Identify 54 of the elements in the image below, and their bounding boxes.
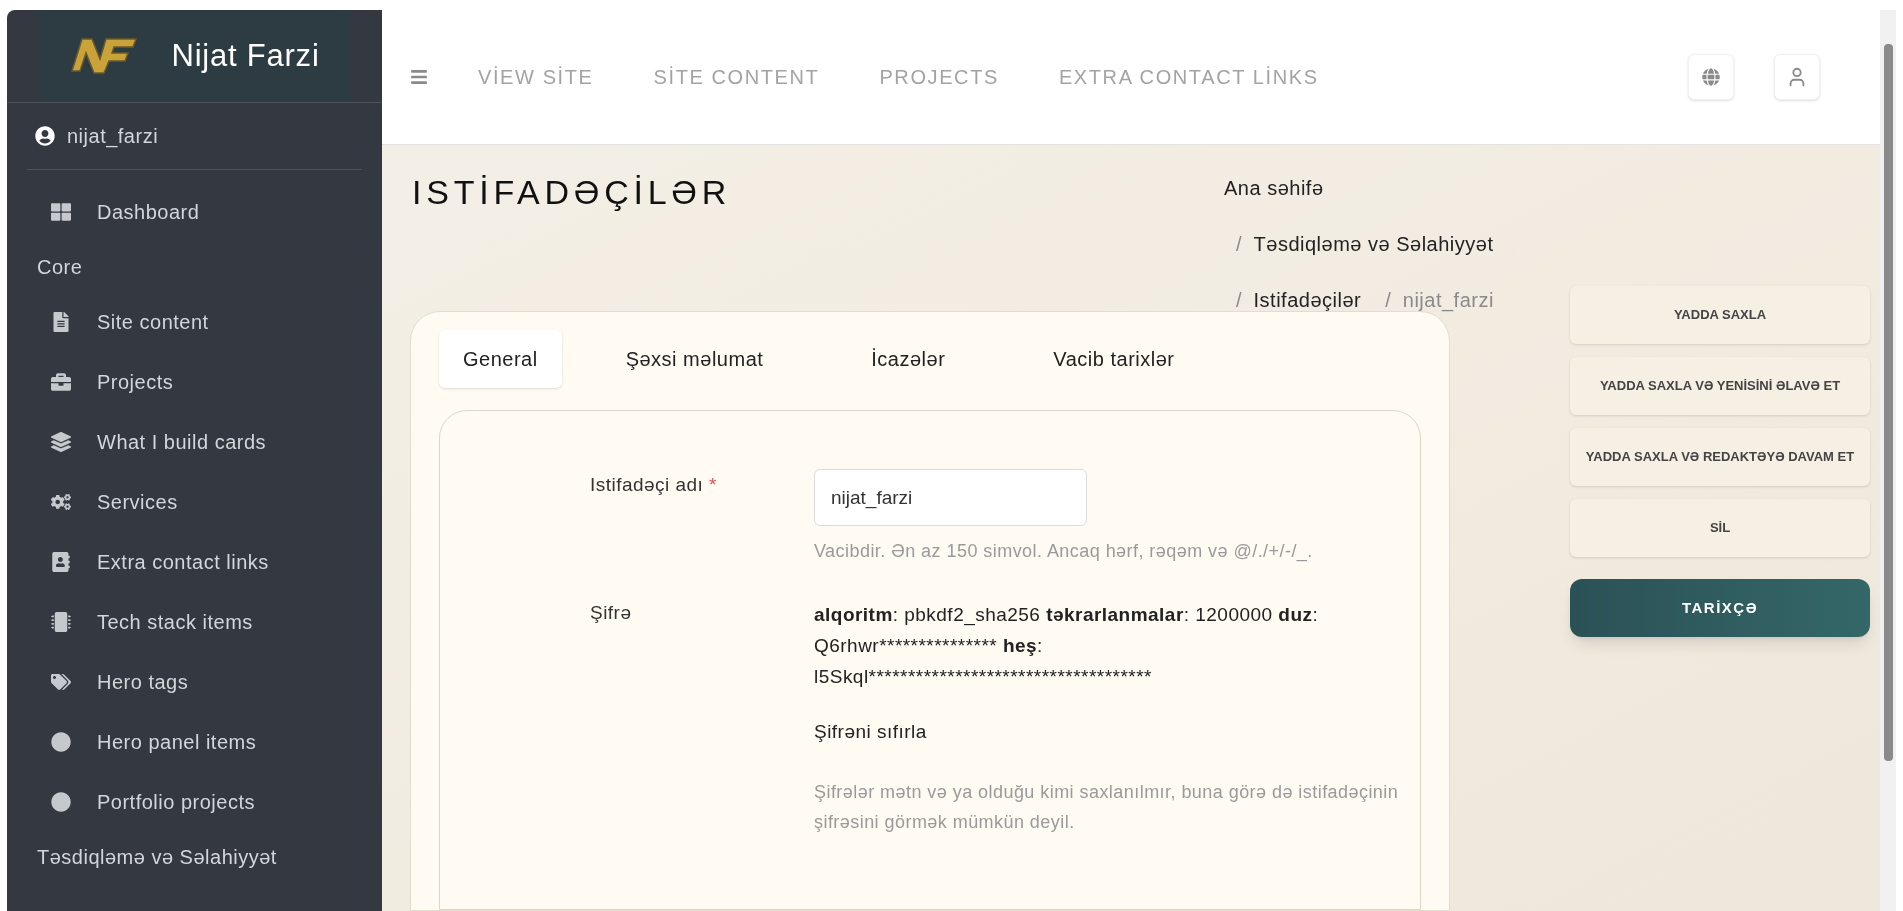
language-button[interactable] [1688, 54, 1734, 100]
account-button[interactable] [1774, 54, 1820, 100]
contact-card-icon [51, 552, 71, 572]
grid-icon [51, 202, 71, 222]
breadcrumb-link[interactable]: Istifadəçilər [1253, 285, 1362, 315]
scrollbar[interactable] [1880, 10, 1896, 911]
brand-header[interactable]: Nijat Farzi [39, 10, 350, 102]
brand-name: Nijat Farzi [171, 36, 320, 75]
sidebar-item[interactable]: What I build cards [47, 412, 382, 472]
globe-icon [1702, 68, 1720, 86]
breadcrumb-separator: / [1235, 288, 1243, 313]
field-help-text: Vacibdir. Ən az 150 simvol. Ancaq hərf, rəqəm və @/./+/-/_. [814, 540, 1313, 564]
sidebar-section-heading: Təsdiqləmə və Səlahiyyət [36, 845, 278, 870]
menu-icon[interactable] [410, 68, 428, 86]
breadcrumb-separator: / [1235, 232, 1243, 257]
briefcase-icon [51, 372, 71, 392]
breadcrumb-link[interactable]: Təsdiqləmə və Səlahiyyət [1253, 229, 1494, 259]
breadcrumb-separator: / [1384, 288, 1392, 313]
password-hash-info: alqoritm: pbkdf2_sha256 təkrarlanmalar: 1200000 duz: Q6rhwr*************** heş: l5Skql************************************ [814, 603, 1320, 689]
sidebar-item[interactable]: Hero tags [47, 652, 382, 712]
tags-icon [51, 672, 71, 692]
password-help-text: Şifrələr mətn və ya olduğu kimi saxlanılmır, buna görə də istifadəçinin şifrəsini görmək mümkün deyil. [814, 780, 1400, 834]
user-avatar-icon [35, 126, 55, 146]
sidebar-item[interactable]: Tech stack items [47, 592, 382, 652]
action-button[interactable]: YADDA SAXLA VƏ YENİSİNİ ƏLAVƏ ET [1570, 357, 1870, 415]
action-button[interactable]: YADDA SAXLA VƏ REDAKTƏYƏ DAVAM ET [1570, 428, 1870, 486]
chip-icon [51, 612, 71, 632]
document-icon [51, 312, 71, 332]
page-title: ISTİFADƏÇİLƏR [412, 172, 732, 213]
sidebar-item[interactable]: Portfolio projects [47, 772, 382, 832]
action-button[interactable]: YADDA SAXLA [1570, 286, 1870, 344]
gears-icon [51, 492, 71, 512]
sidebar-username[interactable]: nijat_farzi [67, 121, 159, 151]
sidebar-item[interactable]: Hero panel items [47, 712, 382, 772]
circle-icon [51, 792, 71, 812]
sidebar-item[interactable]: Site content [47, 292, 382, 352]
tab[interactable]: Şəxsi məlumat [601, 330, 788, 388]
sidebar-item[interactable]: Services [47, 472, 382, 532]
history-button[interactable]: TARİXÇƏ [1570, 579, 1870, 637]
field-label: Istifadəçi adı * [590, 474, 717, 495]
field-label: Şifrə [590, 602, 632, 623]
breadcrumb-link[interactable]: Ana səhifə [1224, 173, 1324, 203]
sidebar-item[interactable]: Projects [47, 352, 382, 412]
sidebar-item[interactable]: Extra contact links [47, 532, 382, 592]
username-field[interactable]: nijat_farzi [814, 469, 1087, 526]
sidebar-section-heading: Core [36, 255, 84, 280]
action-button[interactable]: SİL [1570, 499, 1870, 557]
tab[interactable]: İcazələr [847, 330, 970, 388]
reset-password-link[interactable]: Şifrəni sıfırla [814, 718, 927, 747]
tab[interactable]: Vacib tarixlər [1029, 330, 1199, 388]
sidebar-item[interactable]: Dashboard [47, 182, 382, 242]
tab[interactable]: General [439, 330, 562, 388]
layers-icon [51, 432, 71, 452]
circle-icon [51, 732, 71, 752]
